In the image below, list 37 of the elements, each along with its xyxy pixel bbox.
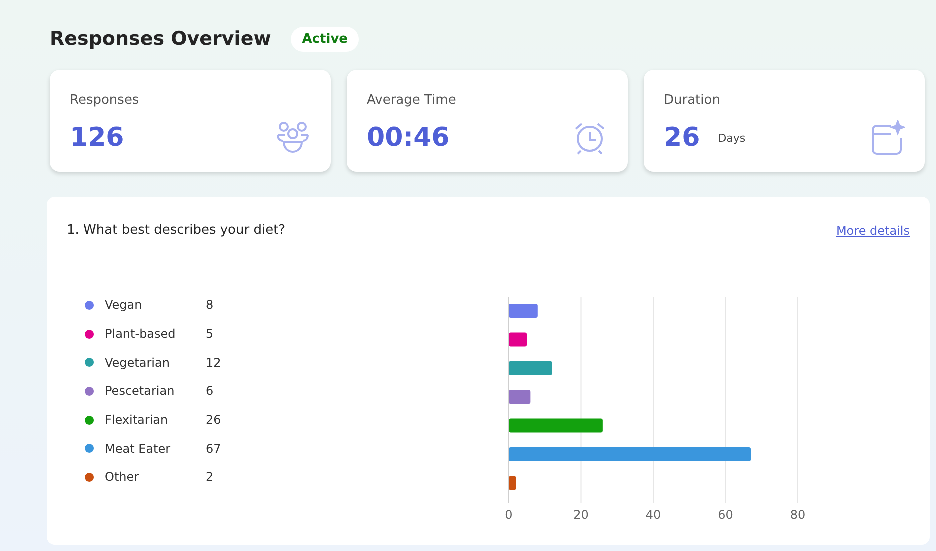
axis-tick-label: 20 bbox=[574, 508, 589, 522]
page-title: Responses Overview bbox=[50, 28, 272, 50]
axis-tick-label: 0 bbox=[505, 508, 513, 522]
calendar-sparkle-icon bbox=[869, 120, 905, 156]
stat-unit: Days bbox=[718, 132, 746, 144]
bar bbox=[509, 332, 528, 347]
stat-value: 126 bbox=[70, 123, 124, 153]
legend-label: Vegetarian bbox=[105, 356, 171, 370]
people-icon bbox=[275, 120, 311, 156]
bar bbox=[509, 476, 516, 490]
legend-label: Pescetarian bbox=[105, 384, 176, 398]
axis-tick-label: 60 bbox=[718, 508, 734, 522]
legend-label: Plant-based bbox=[105, 327, 177, 342]
legend-label: Vegan bbox=[105, 298, 144, 312]
legend-count: 26 bbox=[206, 413, 222, 428]
more-details-link[interactable]: More details bbox=[836, 224, 910, 238]
legend-count: 5 bbox=[206, 327, 214, 342]
stat-value: 26 bbox=[664, 123, 700, 153]
question-title: 1. What best describes your diet? bbox=[67, 223, 286, 238]
stat-label: Average Time bbox=[367, 93, 456, 108]
legend-count: 12 bbox=[206, 356, 222, 370]
stat-label: Responses bbox=[70, 93, 140, 108]
legend-label: Meat Eater bbox=[105, 442, 172, 456]
stat-value: 00:46 bbox=[367, 123, 450, 153]
stat-label: Duration bbox=[664, 93, 720, 108]
axis-tick-label: 40 bbox=[646, 508, 662, 522]
bar bbox=[509, 390, 531, 404]
legend-count: 67 bbox=[206, 442, 222, 456]
axis-tick-label: 80 bbox=[790, 508, 806, 522]
legend-label: Other bbox=[105, 470, 140, 484]
status-badge: Active bbox=[291, 26, 359, 52]
legend-count: 6 bbox=[206, 384, 214, 398]
legend-count: 8 bbox=[206, 298, 214, 312]
legend-count: 2 bbox=[206, 470, 214, 484]
bar bbox=[509, 361, 552, 376]
legend-label: Flexitarian bbox=[105, 413, 170, 428]
bar bbox=[509, 304, 538, 318]
